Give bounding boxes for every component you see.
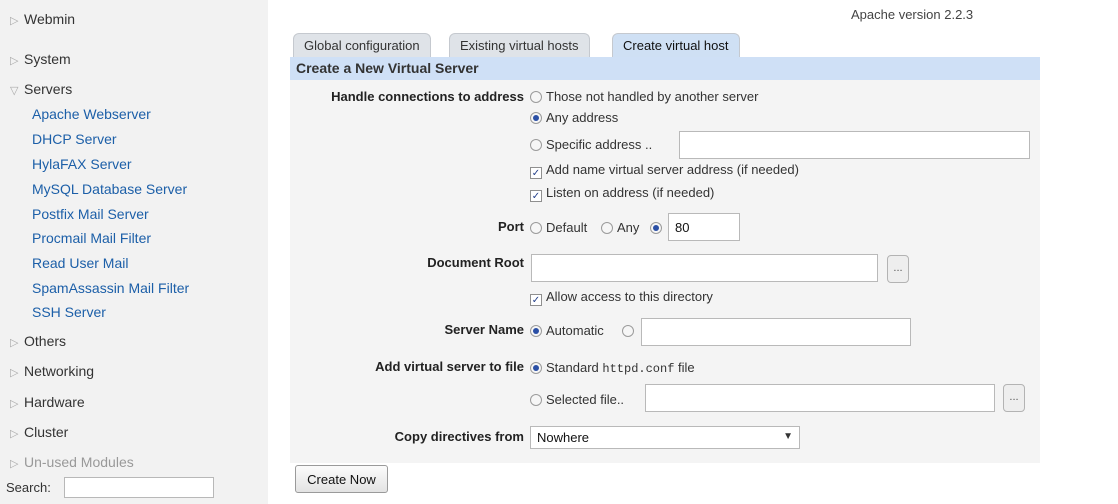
radio-port-custom[interactable] bbox=[650, 220, 666, 236]
radio-selected-file[interactable]: Selected file.. bbox=[530, 392, 624, 408]
sidebar-category-unused[interactable]: ▷ Un-used Modules bbox=[10, 452, 134, 472]
checkbox-allow-access[interactable]: ✓ Allow access to this directory bbox=[530, 289, 713, 306]
panel-title: Create a New Virtual Server bbox=[290, 57, 1040, 80]
tab-create-virtual-host[interactable]: Create virtual host bbox=[612, 33, 740, 57]
create-now-button[interactable]: Create Now bbox=[295, 465, 388, 493]
expand-arrow-icon: ▷ bbox=[10, 367, 19, 379]
add-to-file-label: Add virtual server to file bbox=[375, 359, 524, 374]
copy-directives-select[interactable]: Nowhere ▼ bbox=[530, 426, 800, 449]
apache-version: Apache version 2.2.3 bbox=[851, 7, 974, 22]
tab-existing-virtual-hosts[interactable]: Existing virtual hosts bbox=[449, 33, 590, 57]
radio-any-address[interactable]: Any address bbox=[530, 110, 618, 126]
sidebar-category-hardware[interactable]: ▷ Hardware bbox=[10, 392, 85, 412]
radio-port-default[interactable]: Default bbox=[530, 220, 587, 236]
checkbox-checked-icon: ✓ bbox=[530, 294, 542, 306]
server-name-input[interactable] bbox=[641, 318, 911, 346]
expand-arrow-icon: ▷ bbox=[10, 15, 19, 27]
radio-icon bbox=[622, 325, 634, 337]
sidebar-category-networking[interactable]: ▷ Networking bbox=[10, 361, 94, 381]
document-root-label: Document Root bbox=[427, 255, 524, 270]
expand-arrow-icon: ▷ bbox=[10, 428, 19, 440]
selected-file-input[interactable] bbox=[645, 384, 995, 412]
sidebar-item-ssh[interactable]: SSH Server bbox=[32, 302, 106, 322]
port-label: Port bbox=[498, 219, 524, 234]
checkbox-checked-icon: ✓ bbox=[530, 167, 542, 179]
document-root-browse-button[interactable]: ... bbox=[887, 255, 909, 283]
radio-icon bbox=[601, 222, 613, 234]
dropdown-arrow-icon: ▼ bbox=[783, 431, 793, 442]
radio-icon bbox=[530, 394, 542, 406]
specific-address-input[interactable] bbox=[679, 131, 1030, 159]
sidebar-item-read-mail[interactable]: Read User Mail bbox=[32, 253, 128, 273]
radio-server-name-automatic[interactable]: Automatic bbox=[530, 323, 604, 339]
radio-standard-file[interactable]: Standard httpd.conf file bbox=[530, 360, 695, 377]
radio-selected-icon bbox=[530, 325, 542, 337]
sidebar-item-postfix[interactable]: Postfix Mail Server bbox=[32, 204, 149, 224]
sidebar-category-system[interactable]: ▷ System bbox=[10, 49, 71, 69]
sidebar-item-spamassassin[interactable]: SpamAssassin Mail Filter bbox=[32, 278, 189, 298]
sidebar-item-procmail[interactable]: Procmail Mail Filter bbox=[32, 228, 151, 248]
collapse-arrow-icon: ▽ bbox=[10, 85, 19, 97]
search-input[interactable] bbox=[64, 477, 214, 498]
radio-selected-icon bbox=[530, 112, 542, 124]
radio-selected-icon bbox=[650, 222, 662, 234]
sidebar-item-mysql[interactable]: MySQL Database Server bbox=[32, 179, 187, 199]
expand-arrow-icon: ▷ bbox=[10, 337, 19, 349]
tab-global-configuration[interactable]: Global configuration bbox=[293, 33, 431, 57]
expand-arrow-icon: ▷ bbox=[10, 458, 19, 470]
handle-connections-label: Handle connections to address bbox=[331, 89, 524, 104]
sidebar-item-apache[interactable]: Apache Webserver bbox=[32, 104, 151, 124]
search-label: Search: bbox=[6, 480, 51, 495]
expand-arrow-icon: ▷ bbox=[10, 55, 19, 67]
sidebar-item-dhcp[interactable]: DHCP Server bbox=[32, 129, 117, 149]
expand-arrow-icon: ▷ bbox=[10, 398, 19, 410]
radio-specific-address[interactable]: Specific address .. bbox=[530, 137, 652, 153]
radio-not-handled[interactable]: Those not handled by another server bbox=[530, 89, 758, 105]
radio-server-name-custom[interactable] bbox=[622, 323, 638, 339]
checkbox-add-name-address[interactable]: ✓ Add name virtual server address (if nee… bbox=[530, 162, 799, 179]
port-input[interactable] bbox=[668, 213, 740, 241]
sidebar-category-webmin[interactable]: ▷ Webmin bbox=[10, 9, 75, 29]
sidebar-item-hylafax[interactable]: HylaFAX Server bbox=[32, 154, 132, 174]
document-root-input[interactable] bbox=[531, 254, 878, 282]
radio-icon bbox=[530, 91, 542, 103]
radio-icon bbox=[530, 222, 542, 234]
checkbox-checked-icon: ✓ bbox=[530, 190, 542, 202]
sidebar-category-servers[interactable]: ▽ Servers bbox=[10, 79, 72, 99]
copy-directives-label: Copy directives from bbox=[394, 429, 524, 444]
sidebar-category-cluster[interactable]: ▷ Cluster bbox=[10, 422, 68, 442]
selected-file-browse-button[interactable]: ... bbox=[1003, 384, 1025, 412]
radio-port-any[interactable]: Any bbox=[601, 220, 639, 236]
create-virtual-server-form: Create a New Virtual Server Handle conne… bbox=[290, 57, 1040, 463]
radio-selected-icon bbox=[530, 362, 542, 374]
sidebar-category-others[interactable]: ▷ Others bbox=[10, 331, 66, 351]
server-name-label: Server Name bbox=[444, 322, 525, 337]
sidebar: ▷ Webmin ▷ System ▽ Servers Apache Webserve… bbox=[0, 0, 268, 504]
checkbox-listen-address[interactable]: ✓ Listen on address (if needed) bbox=[530, 185, 714, 202]
radio-icon bbox=[530, 139, 542, 151]
